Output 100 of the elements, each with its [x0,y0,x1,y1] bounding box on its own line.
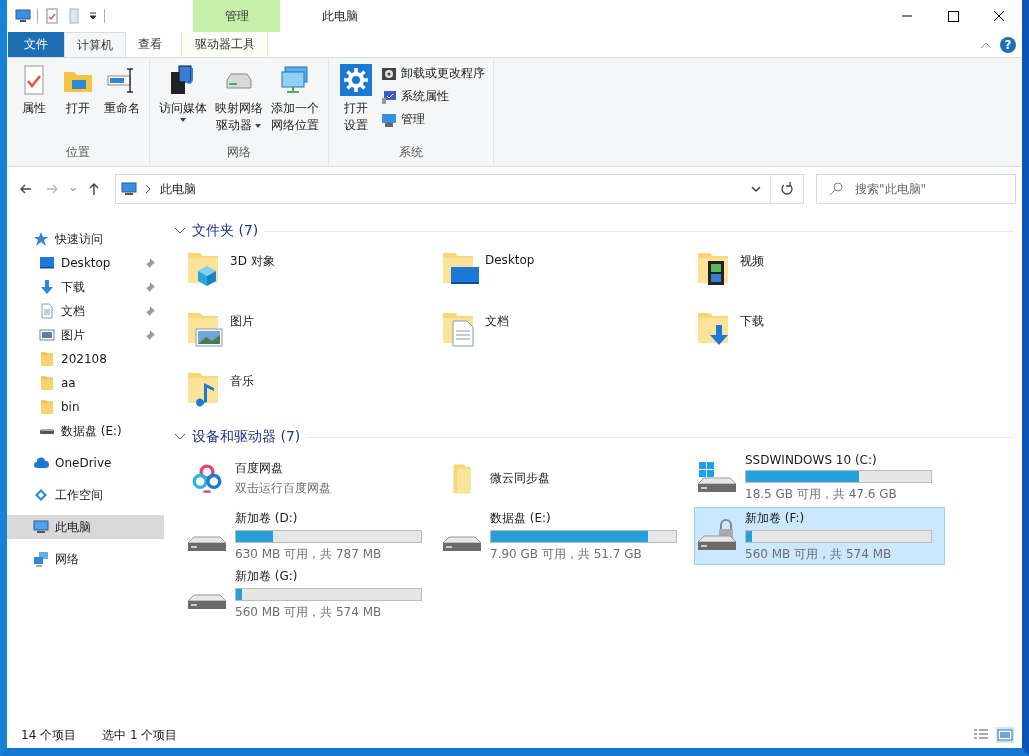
pin-icon[interactable] [144,329,156,341]
app-description: 双击运行百度网盘 [235,479,331,497]
folder-item[interactable]: 下载 [694,303,949,363]
folder-icon [39,375,55,391]
sidebar-item[interactable]: Desktop [7,251,164,275]
sidebar-item[interactable]: bin [7,395,164,419]
computer-icon[interactable] [15,8,31,24]
capacity-text: 7.90 GB 可用，共 51.7 GB [490,545,643,563]
ribbon-button[interactable]: 管理 [379,110,487,129]
ribbon-tab[interactable]: 计算机 [64,32,126,57]
ribbon-button[interactable]: 打开 设置 [335,62,377,144]
sidebar-item[interactable]: 网络 [7,547,164,571]
folder-item[interactable]: 微云同步盘 [439,449,690,507]
folder-name: 下载 [740,313,764,330]
picture-icon [39,327,55,343]
address-bar[interactable]: 此电脑 [115,174,804,204]
help-button[interactable]: ? [1000,36,1016,53]
folder-item[interactable]: 音乐 [184,363,439,423]
app-item[interactable]: 百度网盘 双击运行百度网盘 [184,449,435,507]
sidebar-item[interactable]: 快速访问 [7,227,164,251]
ribbon-button[interactable]: 打开 [57,62,99,144]
window-title: 此电脑 [322,7,358,25]
caret-icon [179,117,187,123]
gear-icon [340,64,372,96]
refresh-icon[interactable] [779,181,795,197]
network-icon [33,551,49,567]
large-icons-view-button[interactable] [996,727,1014,743]
ribbon-tab[interactable]: 查看 [126,32,174,57]
monitor-icon [279,64,311,96]
drive-name: 新加卷 (F:) [745,509,806,527]
section-header[interactable]: 设备和驱动器 (7) [192,428,301,446]
ribbon-button[interactable]: 重命名 [101,62,143,144]
sidebar-item[interactable]: 文档 [7,299,164,323]
folder-item[interactable]: 视频 [694,243,949,303]
star-icon [33,231,49,247]
sidebar-item[interactable]: 数据盘 (E:) [7,419,164,443]
document-icon [39,303,55,319]
drive-item[interactable]: 新加卷 (D:) 630 MB 可用，共 787 MB [184,507,435,565]
capacity-text: 18.5 GB 可用，共 47.6 GB [745,486,898,503]
drive-name: SSDWINDOWS 10 (C:) [745,453,878,467]
sidebar-item[interactable]: 202108 [7,347,164,371]
ribbon-button[interactable]: 映射网络 驱动器 [212,62,266,144]
drive-icon [442,536,482,552]
chevron-icon[interactable] [174,433,186,441]
drive-item[interactable]: 数据盘 (E:) 7.90 GB 可用，共 51.7 GB [439,507,690,565]
properties-icon[interactable] [44,8,60,24]
ribbon-button[interactable]: 添加一个 网络位置 [268,62,322,144]
caret-icon [254,122,262,129]
chevron-icon[interactable] [174,227,186,235]
collapse-ribbon-icon[interactable] [980,40,992,49]
drive-item[interactable]: SSDWINDOWS 10 (C:) 18.5 GB 可用，共 47.6 GB [694,449,945,507]
drive-icon [187,594,227,610]
pin-icon[interactable] [144,281,156,293]
drive-name: 新加卷 (D:) [235,509,299,527]
ribbon-button[interactable]: 访问媒体 [156,62,210,144]
folder-item[interactable]: 文档 [439,303,694,363]
ribbon-tab[interactable]: 文件 [8,32,64,57]
drive-item[interactable]: 新加卷 (G:) 560 MB 可用，共 574 MB [184,565,435,623]
capacity-text: 560 MB 可用，共 574 MB [235,603,383,621]
folder-name: 图片 [230,313,254,330]
folder-name: 3D 对象 [230,253,275,270]
group-label: 网络 [226,144,252,161]
ribbon-tab[interactable]: 驱动器工具 [181,32,268,57]
caret-icon[interactable] [88,11,98,21]
folder-icon [39,399,55,415]
sidebar-item[interactable]: 下载 [7,275,164,299]
computer-icon [381,111,397,128]
computer-icon [120,181,138,197]
capacity-text: 630 MB 可用，共 787 MB [235,545,383,563]
drive-item[interactable]: 新加卷 (F:) 560 MB 可用，共 574 MB [694,507,945,565]
sidebar-item[interactable]: aa [7,371,164,395]
status-text: 选中 1 个项目 [102,726,178,744]
pin-icon[interactable] [144,305,156,317]
folder-item[interactable]: 图片 [184,303,439,363]
sidebar-item[interactable]: OneDrive [7,451,164,475]
folder-name: Desktop [485,252,535,267]
ribbon-button[interactable]: 卸载或更改程序 [379,64,487,83]
drive-name: 新加卷 (G:) [235,567,299,585]
sidebar-item[interactable]: 工作空间 [7,483,164,507]
pin-icon[interactable] [144,257,156,269]
drive-icon [39,428,55,434]
breadcrumb[interactable]: 此电脑 [160,180,196,198]
windows-drive-icon [695,460,739,494]
sidebar-item[interactable]: 图片 [7,323,164,347]
folder-item[interactable]: Desktop [439,243,694,303]
search-field[interactable]: 搜索"此电脑" [816,174,1016,204]
folder-icon [39,351,55,367]
group-label: 位置 [65,144,91,161]
ribbon-button[interactable]: 属性 [13,62,55,144]
group-label: 系统 [398,144,424,161]
section-header[interactable]: 文件夹 (7) [192,222,259,240]
sidebar-item[interactable]: 此电脑 [7,515,164,539]
download-icon [39,279,55,295]
drive-name: 百度网盘 [235,459,284,477]
computer-icon [33,519,49,535]
dropdown-icon[interactable] [750,185,762,193]
folder-item[interactable]: 3D 对象 [184,243,439,303]
ribbon-button[interactable]: 系统属性 [379,87,487,106]
status-text: 14 个项目 [21,726,77,744]
desktop-icon [39,255,55,271]
